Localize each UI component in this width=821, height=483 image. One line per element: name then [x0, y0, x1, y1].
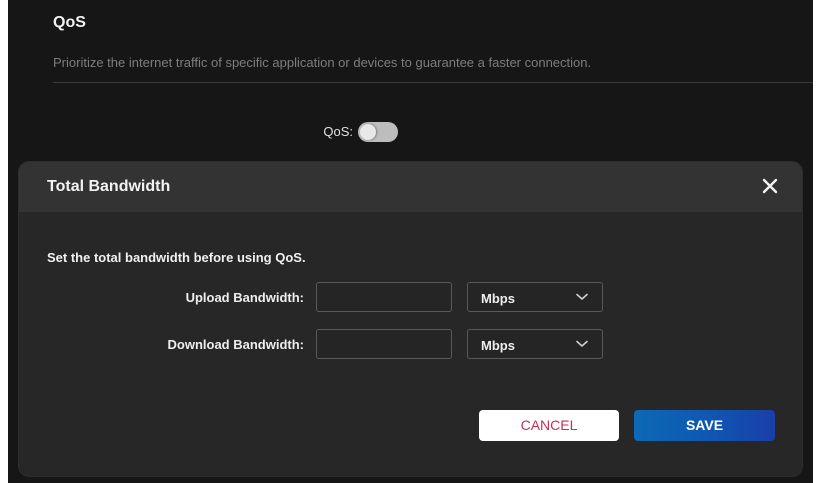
upload-unit-select[interactable]: Mbps — [467, 282, 603, 312]
cancel-button[interactable]: CANCEL — [479, 410, 619, 441]
save-button[interactable]: SAVE — [634, 410, 775, 441]
upload-unit-value: Mbps — [481, 291, 515, 306]
chevron-down-icon — [576, 293, 588, 300]
chevron-down-icon — [576, 340, 588, 347]
qos-label: QoS: — [323, 124, 353, 139]
page-title: QoS — [53, 14, 86, 31]
download-unit-select[interactable]: Mbps — [467, 329, 603, 359]
download-unit-value: Mbps — [481, 338, 515, 353]
dialog-note: Set the total bandwidth before using QoS… — [47, 250, 306, 265]
page-description: Prioritize the internet traffic of speci… — [53, 55, 592, 70]
download-bandwidth-input[interactable] — [316, 329, 452, 359]
upload-bandwidth-label: Upload Bandwidth: — [185, 290, 304, 305]
toggle-knob — [360, 124, 376, 140]
upload-bandwidth-row: Upload Bandwidth: Mbps — [19, 282, 802, 314]
total-bandwidth-dialog: Total Bandwidth Set the total bandwidth … — [19, 162, 802, 476]
download-bandwidth-label: Download Bandwidth: — [167, 337, 304, 352]
qos-toggle[interactable] — [358, 122, 398, 142]
qos-toggle-row: QoS: — [8, 118, 813, 148]
close-icon[interactable] — [760, 176, 780, 196]
dialog-header: Total Bandwidth — [19, 162, 802, 212]
divider — [53, 82, 813, 83]
download-bandwidth-row: Download Bandwidth: Mbps — [19, 329, 802, 361]
dialog-title: Total Bandwidth — [47, 178, 171, 195]
upload-bandwidth-input[interactable] — [316, 282, 452, 312]
